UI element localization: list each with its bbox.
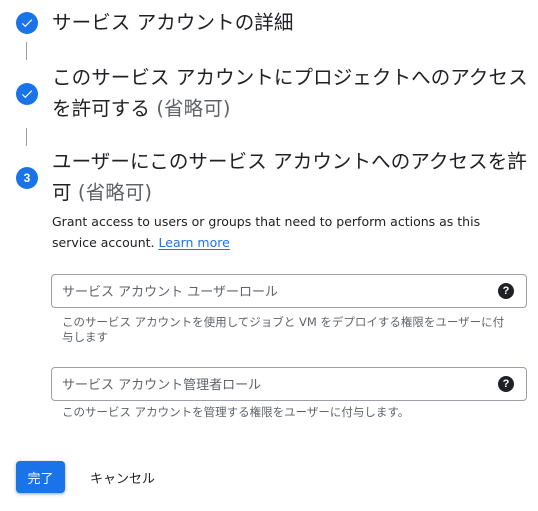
step-3-title: ユーザーにこのサービス アカウントへのアクセスを許可 (省略可) (52, 146, 532, 208)
learn-more-link[interactable]: Learn more (159, 235, 230, 250)
step-3-description: Grant access to users or groups that nee… (52, 211, 512, 253)
step-3-optional-label: (省略可) (77, 181, 153, 204)
step-connector (26, 42, 27, 60)
check-icon (21, 90, 33, 99)
step-1-title[interactable]: サービス アカウントの詳細 (52, 7, 532, 38)
step-2-check-icon (16, 83, 38, 105)
step-1-check-icon (16, 12, 38, 34)
service-account-user-role-hint: このサービス アカウントを使用してジョブと VM をデプロイする権限をユーザーに… (62, 315, 505, 344)
service-account-admin-role-input[interactable] (60, 368, 494, 402)
step-2-title[interactable]: このサービス アカウントにプロジェクトへのアクセスを許可する (省略可) (52, 62, 532, 124)
step-connector (26, 128, 27, 146)
service-account-admin-role-hint: このサービス アカウントを管理する権限をユーザーに付与します。 (62, 405, 410, 419)
step-2-optional-label: (省略可) (156, 97, 231, 120)
step-3-number: 3 (23, 171, 31, 185)
service-account-user-role-field[interactable]: ? (51, 274, 527, 309)
step-1-title-text: サービス アカウントの詳細 (52, 11, 294, 34)
step-2-title-text: このサービス アカウントにプロジェクトへのアクセスを許可する (52, 66, 528, 120)
cancel-button[interactable]: キャンセル (80, 461, 165, 493)
step-3-description-text: Grant access to users or groups that nee… (52, 214, 481, 250)
help-icon[interactable]: ? (498, 376, 514, 392)
help-icon[interactable]: ? (498, 283, 514, 299)
service-account-admin-role-field[interactable]: ? (51, 367, 527, 402)
done-button[interactable]: 完了 (16, 461, 65, 493)
check-icon (21, 19, 33, 28)
step-3-number-badge: 3 (16, 167, 38, 189)
service-account-user-role-input[interactable] (60, 275, 494, 309)
